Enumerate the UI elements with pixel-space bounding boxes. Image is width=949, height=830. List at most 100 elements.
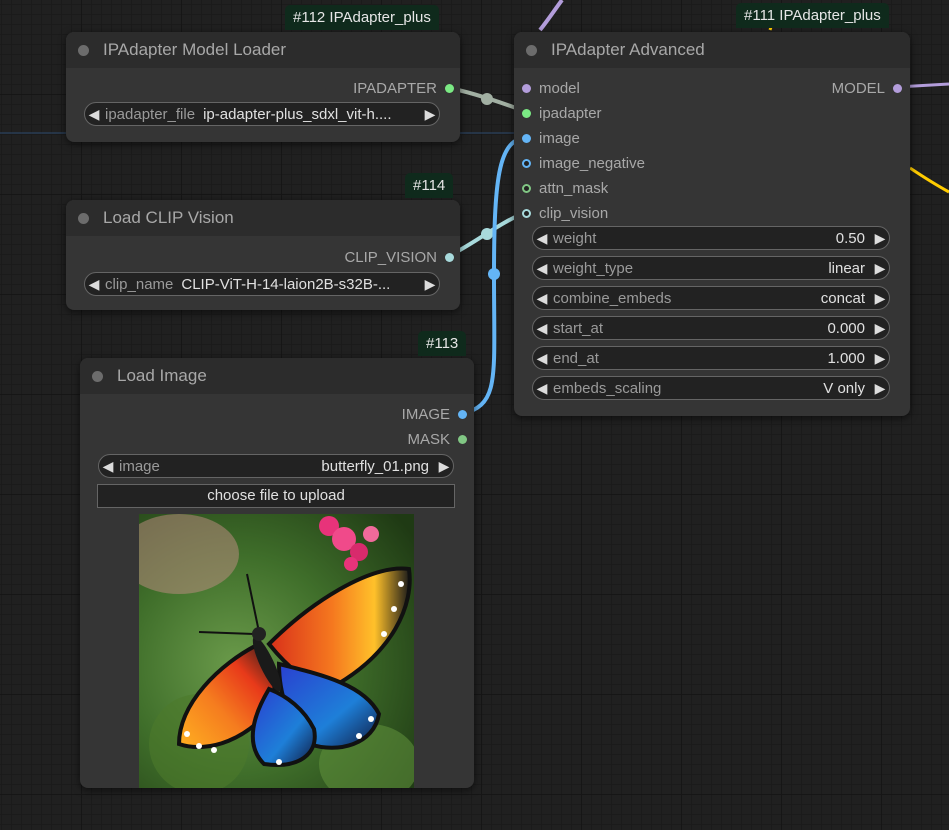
image-slot-dot-icon[interactable] [458, 409, 467, 419]
ipadapter-slot-dot-icon[interactable] [522, 108, 531, 118]
ipadapter-model-loader-node[interactable]: IPAdapter Model Loader IPADAPTER ◀ ipada… [66, 32, 460, 142]
output-slot-ipadapter[interactable]: IPADAPTER [353, 78, 454, 98]
widget-value: concat [820, 289, 865, 307]
widget-label: image [119, 457, 160, 475]
load-image-node[interactable]: Load Image IMAGE MASK ◀ image butterfly_… [80, 358, 474, 788]
input-label: ipadapter [539, 104, 602, 122]
output-label: IPADAPTER [353, 79, 437, 97]
collapse-dot-icon[interactable] [78, 44, 89, 56]
output-label: CLIP_VISION [344, 248, 437, 266]
node-title: Load CLIP Vision [103, 208, 234, 227]
output-label: MODEL [831, 79, 885, 97]
image-wire-midpoint[interactable] [488, 268, 500, 280]
start-at-slider[interactable]: ◀ start_at 0.000 ▶ [532, 316, 890, 340]
butterfly-image [139, 514, 414, 788]
ipadapter-file-combo[interactable]: ◀ ipadapter_file ip-adapter-plus_sdxl_vi… [84, 102, 440, 126]
widget-value: ip-adapter-plus_sdxl_vit-h.... [203, 105, 392, 123]
clip-vision-slot-dot-icon[interactable] [445, 252, 454, 262]
node-id-badge-113: #113 [418, 331, 467, 356]
input-slot-clip-vision[interactable]: clip_vision [522, 203, 608, 223]
input-label: model [539, 79, 580, 97]
right-arrow-icon[interactable]: ▶ [871, 290, 889, 307]
image-preview [139, 514, 414, 788]
node-header[interactable]: IPAdapter Model Loader [66, 32, 460, 68]
end-at-slider[interactable]: ◀ end_at 1.000 ▶ [532, 346, 890, 370]
right-arrow-icon[interactable]: ▶ [871, 260, 889, 277]
output-slot-clip-vision[interactable]: CLIP_VISION [344, 247, 454, 267]
widget-label: clip_name [105, 275, 174, 293]
output-label: IMAGE [401, 405, 450, 423]
left-arrow-icon[interactable]: ◀ [533, 260, 551, 277]
clip-name-combo[interactable]: ◀ clip_name CLIP-ViT-H-14-laion2B-s32B-.… [84, 272, 440, 296]
node-header[interactable]: IPAdapter Advanced [514, 32, 910, 68]
image-file-combo[interactable]: ◀ image butterfly_01.png ▶ [98, 454, 454, 478]
collapse-dot-icon[interactable] [526, 44, 537, 56]
right-arrow-icon[interactable]: ▶ [871, 230, 889, 247]
node-title: IPAdapter Advanced [551, 40, 705, 59]
input-label: attn_mask [539, 179, 609, 197]
right-arrow-icon[interactable]: ▶ [421, 106, 439, 123]
input-slot-attn-mask[interactable]: attn_mask [522, 178, 608, 198]
right-arrow-icon[interactable]: ▶ [435, 458, 453, 475]
input-label: clip_vision [539, 204, 609, 222]
mask-slot-dot-icon[interactable] [458, 434, 467, 444]
combine-embeds-combo[interactable]: ◀ combine_embeds concat ▶ [532, 286, 890, 310]
widget-value: linear [828, 259, 865, 277]
input-slot-image[interactable]: image [522, 128, 580, 148]
input-label: image_negative [539, 154, 645, 172]
ipadapter-advanced-node[interactable]: IPAdapter Advanced model ipadapter image… [514, 32, 910, 416]
output-label: MASK [407, 430, 450, 448]
load-clip-vision-node[interactable]: Load CLIP Vision CLIP_VISION ◀ clip_name… [66, 200, 460, 310]
clip-vision-slot-dot-icon[interactable] [522, 208, 531, 218]
clip-vision-wire-midpoint[interactable] [481, 228, 493, 240]
left-arrow-icon[interactable]: ◀ [533, 320, 551, 337]
weight-type-combo[interactable]: ◀ weight_type linear ▶ [532, 256, 890, 280]
embeds-scaling-combo[interactable]: ◀ embeds_scaling V only ▶ [532, 376, 890, 400]
node-id-badge-114: #114 [405, 173, 454, 198]
ipadapter-wire-midpoint[interactable] [481, 93, 493, 105]
widget-value: butterfly_01.png [321, 457, 429, 475]
node-header[interactable]: Load Image [80, 358, 474, 394]
output-slot-model[interactable]: MODEL [832, 78, 902, 98]
widget-value: CLIP-ViT-H-14-laion2B-s32B-... [181, 275, 391, 293]
output-slot-image[interactable]: IMAGE [402, 404, 467, 424]
node-title: IPAdapter Model Loader [103, 40, 287, 59]
model-slot-dot-icon[interactable] [522, 83, 531, 93]
collapse-dot-icon[interactable] [78, 212, 89, 224]
widget-label: weight_type [553, 259, 634, 277]
widget-value: V only [823, 379, 865, 397]
left-arrow-icon[interactable]: ◀ [533, 290, 551, 307]
collapse-dot-icon[interactable] [92, 370, 103, 382]
left-arrow-icon[interactable]: ◀ [533, 230, 551, 247]
output-slot-mask[interactable]: MASK [407, 429, 467, 449]
image-negative-slot-dot-icon[interactable] [522, 158, 531, 168]
input-slot-image-negative[interactable]: image_negative [522, 153, 645, 173]
right-arrow-icon[interactable]: ▶ [871, 380, 889, 397]
model-output-dot-icon[interactable] [893, 83, 902, 93]
image-slot-dot-icon[interactable] [522, 133, 531, 143]
right-arrow-icon[interactable]: ▶ [871, 350, 889, 367]
choose-file-upload-button[interactable]: choose file to upload [97, 484, 455, 508]
widget-label: embeds_scaling [553, 379, 662, 397]
left-arrow-icon[interactable]: ◀ [85, 276, 103, 293]
node-id-badge-111: #111 IPAdapter_plus [736, 3, 889, 28]
input-slot-ipadapter[interactable]: ipadapter [522, 103, 602, 123]
left-arrow-icon[interactable]: ◀ [533, 350, 551, 367]
right-arrow-icon[interactable]: ▶ [421, 276, 439, 293]
left-arrow-icon[interactable]: ◀ [85, 106, 103, 123]
left-arrow-icon[interactable]: ◀ [533, 380, 551, 397]
left-arrow-icon[interactable]: ◀ [99, 458, 117, 475]
node-id-badge-112: #112 IPAdapter_plus [285, 5, 439, 30]
right-arrow-icon[interactable]: ▶ [871, 320, 889, 337]
widget-label: start_at [553, 319, 604, 337]
widget-label: weight [553, 229, 597, 247]
weight-slider[interactable]: ◀ weight 0.50 ▶ [532, 226, 890, 250]
ipadapter-slot-dot-icon[interactable] [445, 83, 454, 93]
widget-value: 0.50 [835, 229, 865, 247]
input-slot-model[interactable]: model [522, 78, 580, 98]
attn-mask-slot-dot-icon[interactable] [522, 183, 531, 193]
widget-value: 0.000 [827, 319, 865, 337]
model-input-wire [538, 0, 564, 32]
widget-label: combine_embeds [553, 289, 672, 307]
node-header[interactable]: Load CLIP Vision [66, 200, 460, 236]
